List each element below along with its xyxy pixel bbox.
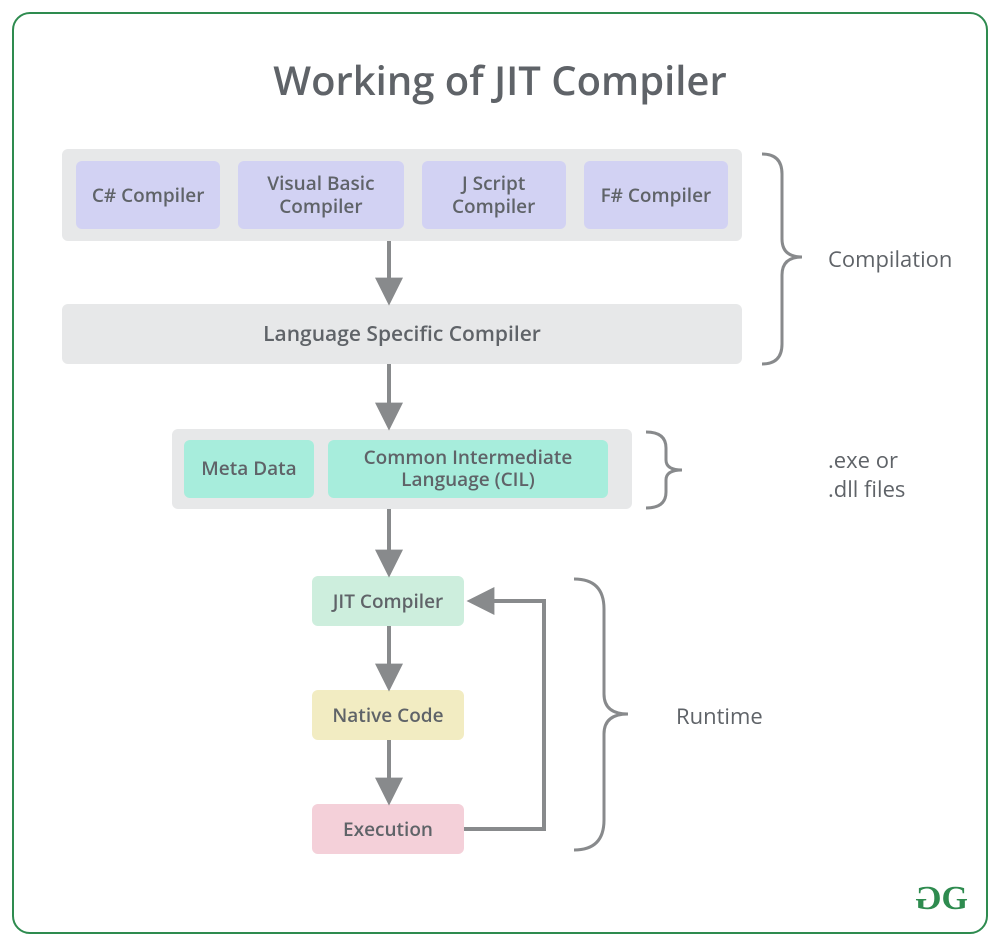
cil-group: Meta Data Common Intermediate Language (… [172, 429, 632, 509]
diagram-frame: Working of JIT Compiler C# Compiler Visu… [12, 12, 988, 934]
brace-compilation [762, 154, 802, 364]
compiler-fsharp: F# Compiler [584, 161, 728, 229]
brace-files [646, 432, 682, 508]
section-compilation-label: Compilation [828, 244, 952, 274]
execution-box: Execution [312, 804, 464, 854]
compiler-vb: Visual Basic Compiler [238, 161, 403, 229]
arrow-exec-to-jit-loop [464, 601, 544, 829]
section-runtime-label: Runtime [676, 701, 763, 731]
native-code-box: Native Code [312, 690, 464, 740]
cil-box: Common Intermediate Language (CIL) [328, 440, 608, 498]
diagram-title: Working of JIT Compiler [14, 52, 986, 107]
jit-compiler-box: JIT Compiler [312, 576, 464, 626]
compiler-csharp: C# Compiler [76, 161, 220, 229]
geeksforgeeks-logo: GG [919, 880, 964, 918]
compiler-jscript: J Script Compiler [422, 161, 566, 229]
compilers-group: C# Compiler Visual Basic Compiler J Scri… [62, 149, 742, 241]
brace-runtime [574, 579, 628, 850]
language-specific-compiler: Language Specific Compiler [62, 304, 742, 364]
section-files-label: .exe or.dll files [828, 446, 905, 503]
metadata-box: Meta Data [184, 440, 314, 498]
